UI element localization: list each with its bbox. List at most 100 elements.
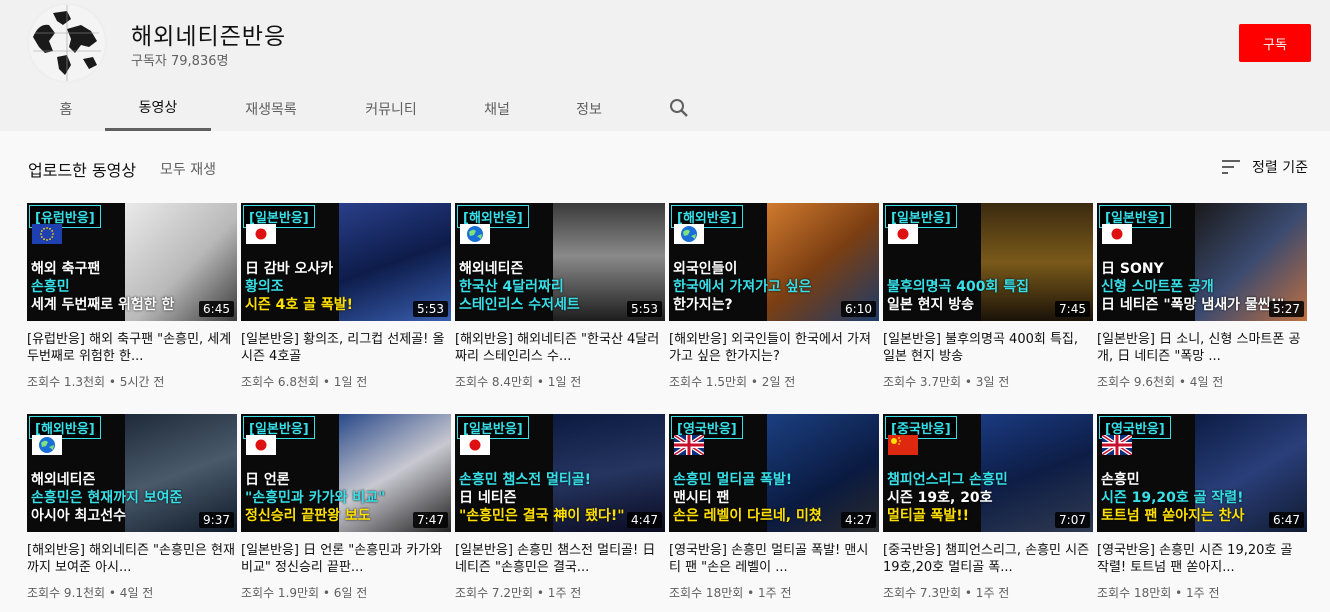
- tab-home[interactable]: 홈: [40, 86, 92, 131]
- thumbnail-caption: 日 네티즌: [459, 490, 517, 506]
- video-meta: 조회수 8.4만회 • 1일 전: [455, 375, 582, 389]
- video-thumbnail[interactable]: [중국반응] 챔피언스리그 손흥민 시즌 19호, 20호 멀티골 폭발!! 7:07: [883, 414, 1093, 532]
- video-meta: 조회수 9.6천회 • 4일 전: [1097, 375, 1224, 389]
- video-meta: 조회수 7.2만회 • 1주 전: [455, 586, 582, 600]
- video-thumbnail[interactable]: [해외반응] 외국인들이 한국에서 가져가고 싶은 한가지는? 6:10: [669, 203, 879, 321]
- thumbnail-caption: 손흥민: [1101, 472, 1140, 488]
- globe-flag-icon: [674, 224, 704, 244]
- search-icon[interactable]: [668, 97, 690, 119]
- video-meta: 조회수 1.3천회 • 5시간 전: [27, 375, 165, 389]
- globe-flag-icon: [460, 224, 490, 244]
- tab-playlists[interactable]: 재생목록: [228, 86, 314, 131]
- thumbnail-caption: 일본 현지 방송: [887, 297, 975, 313]
- jp-flag-icon: [246, 435, 276, 455]
- video-thumbnail[interactable]: [해외반응] 해외네티즌 한국산 4달러짜리 스테인리스 수저세트 5:53: [455, 203, 665, 321]
- channel-tabs: 홈 동영상 재생목록 커뮤니티 채널 정보: [0, 86, 1330, 131]
- channel-avatar[interactable]: [27, 3, 107, 83]
- thumbnail-caption: "손흥민은 결국 神이 됐다!": [459, 508, 625, 524]
- video-thumbnail[interactable]: [영국반응] 손흥민 시즌 19,20호 골 작렬! 토트넘 팬 쏟아지는 찬사 6:4…: [1097, 414, 1307, 532]
- thumbnail-caption: 日 네티즌 "폭망 냄새가 물씬!": [1101, 297, 1285, 313]
- video-title[interactable]: [해외반응] 해외네티즌 "손흥민은 현재까지 보여준 아시...: [27, 542, 237, 576]
- sort-button[interactable]: 정렬 기준: [1222, 156, 1308, 178]
- tab-about[interactable]: 정보: [560, 86, 618, 131]
- tab-videos[interactable]: 동영상: [105, 86, 211, 131]
- video-thumbnail[interactable]: [일본반응] 불후의명곡 400회 특집 일본 현지 방송 7:45: [883, 203, 1093, 321]
- video-title[interactable]: [일본반응] 황의조, 리그컵 선제골! 올 시즌 4호골: [241, 331, 451, 365]
- subscriber-count: 구독자 79,836명: [131, 54, 229, 69]
- video-duration: 5:53: [627, 301, 662, 317]
- video-meta: 조회수 1.9만회 • 6일 전: [241, 586, 368, 600]
- video-duration: 6:47: [1269, 512, 1304, 528]
- video-title[interactable]: [중국반응] 챔피언스리그, 손흥민 시즌 19호,20호 멀티골 폭...: [883, 542, 1093, 576]
- video-meta: 조회수 18만회 • 1주 전: [669, 586, 792, 600]
- jp-flag-icon: [888, 224, 918, 244]
- thumbnail-caption: 시즌 19,20호 골 작렬!: [1101, 490, 1244, 506]
- thumbnail-caption: 아시아 최고선수: [31, 508, 127, 524]
- video-title[interactable]: [일본반응] 손흥민 챔스전 멀티골! 日 네티즌 "손흥민은 결국...: [455, 542, 665, 576]
- thumbnail-caption: 손은 레벨이 다르네, 미쳤: [673, 508, 822, 524]
- video-thumbnail[interactable]: [일본반응] 日 언론 "손흥민과 카가와 비교" 정신승리 끝판왕 보도 7:47: [241, 414, 451, 532]
- jp-flag-icon: [460, 435, 490, 455]
- thumbnail-caption: 손흥민 멀티골 폭발!: [673, 472, 793, 488]
- thumbnail-caption: 세계 두번째로 위험한 한: [31, 297, 175, 313]
- channel-header: 해외네티즌반응 구독자 79,836명 구독 홈 동영상 재생목록 커뮤니티 채…: [0, 0, 1330, 131]
- thumbnail-caption: 멀티골 폭발!!: [887, 508, 970, 524]
- thumbnail-caption: 한국산 4달러짜리: [459, 279, 564, 295]
- tab-channels[interactable]: 채널: [470, 86, 524, 131]
- thumbnail-caption: 日 감바 오사카: [245, 261, 334, 277]
- video-title[interactable]: [영국반응] 손흥민 멀티골 폭발! 맨시티 팬 "손은 레벨이 ...: [669, 542, 879, 576]
- thumbnail-caption: 손흥민은 현재까지 보여준: [31, 490, 183, 506]
- video-duration: 6:10: [841, 301, 876, 317]
- jp-flag-icon: [1102, 224, 1132, 244]
- jp-flag-icon: [246, 224, 276, 244]
- thumbnail-caption: 해외네티즌: [459, 261, 524, 277]
- thumbnail-caption: 외국인들이: [673, 261, 738, 277]
- video-title[interactable]: [유럽반응] 해외 축구팬 "손흥민, 세계 두번째로 위험한 한...: [27, 331, 237, 365]
- video-thumbnail[interactable]: [해외반응] 해외네티즌 손흥민은 현재까지 보여준 아시아 최고선수 9:37: [27, 414, 237, 532]
- video-duration: 7:47: [413, 512, 448, 528]
- video-title[interactable]: [일본반응] 日 언론 "손흥민과 카가와 비교" 정신승리 끝판...: [241, 542, 451, 576]
- thumbnail-caption: 토트넘 팬 쏟아지는 찬사: [1101, 508, 1245, 524]
- video-title[interactable]: [해외반응] 해외네티즌 "한국산 4달러짜리 스테인리스 수...: [455, 331, 665, 365]
- uk-flag-icon: [1100, 433, 1134, 457]
- video-duration: 5:27: [1269, 301, 1304, 317]
- video-thumbnail[interactable]: [영국반응] 손흥민 멀티골 폭발! 맨시티 팬 손은 레벨이 다르네, 미쳤 4:27: [669, 414, 879, 532]
- video-meta: 조회수 18만회 • 1주 전: [1097, 586, 1220, 600]
- thumbnail-caption: 스테인리스 수저세트: [459, 297, 580, 313]
- thumbnail-caption: 손흥민: [31, 279, 70, 295]
- uk-flag-icon: [672, 433, 706, 457]
- globe-flag-icon: [32, 435, 62, 455]
- play-all-button[interactable]: 모두 재생: [160, 159, 216, 179]
- video-thumbnail[interactable]: [일본반응] 日 감바 오사카 황의조 시즌 4호 골 폭발! 5:53: [241, 203, 451, 321]
- video-thumbnail[interactable]: [일본반응] 손흥민 챔스전 멀티골! 日 네티즌 "손흥민은 결국 神이 됐다!" 4…: [455, 414, 665, 532]
- video-meta: 조회수 7.3만회 • 1주 전: [883, 586, 1010, 600]
- video-title[interactable]: [해외반응] 외국인들이 한국에서 가져가고 싶은 한가지는?: [669, 331, 879, 365]
- video-title[interactable]: [영국반응] 손흥민 시즌 19,20호 골 작렬! 토트넘 팬 쏟아지...: [1097, 542, 1307, 576]
- video-meta: 조회수 3.7만회 • 3일 전: [883, 375, 1010, 389]
- thumbnail-caption: 시즌 19호, 20호: [887, 490, 993, 506]
- video-duration: 7:45: [1055, 301, 1090, 317]
- sort-label: 정렬 기준: [1252, 160, 1308, 176]
- thumbnail-caption: 신형 스마트폰 공개: [1101, 279, 1214, 295]
- video-duration: 4:27: [841, 512, 876, 528]
- subscribe-button[interactable]: 구독: [1239, 24, 1311, 62]
- tab-community[interactable]: 커뮤니티: [346, 86, 436, 131]
- thumbnail-caption: 한가지는?: [673, 297, 733, 313]
- cn-flag-icon: [888, 435, 918, 455]
- sort-icon: [1222, 160, 1240, 174]
- video-duration: 9:37: [199, 512, 234, 528]
- eu-flag-icon: [32, 224, 62, 244]
- video-meta: 조회수 9.1천회 • 4일 전: [27, 586, 154, 600]
- video-title[interactable]: [일본반응] 불후의명곡 400회 특집, 일본 현지 방송: [883, 331, 1093, 365]
- video-duration: 5:53: [413, 301, 448, 317]
- section-title: 업로드한 동영상: [28, 161, 137, 180]
- video-title[interactable]: [일본반응] 日 소니, 신형 스마트폰 공개, 日 네티즌 "폭망 ...: [1097, 331, 1307, 365]
- thumbnail-caption: "손흥민과 카가와 비교": [245, 490, 386, 506]
- video-thumbnail[interactable]: [일본반응] 日 SONY 신형 스마트폰 공개 日 네티즌 "폭망 냄새가 물씬!"…: [1097, 203, 1307, 321]
- video-thumbnail[interactable]: [유럽반응] 해외 축구팬 손흥민 세계 두번째로 위험한 한 6:45: [27, 203, 237, 321]
- thumbnail-caption: 챔피언스리그 손흥민: [887, 472, 1008, 488]
- video-duration: 7:07: [1055, 512, 1090, 528]
- thumbnail-caption: 해외네티즌: [31, 472, 96, 488]
- video-duration: 6:45: [199, 301, 234, 317]
- channel-name: 해외네티즌반응: [131, 24, 287, 50]
